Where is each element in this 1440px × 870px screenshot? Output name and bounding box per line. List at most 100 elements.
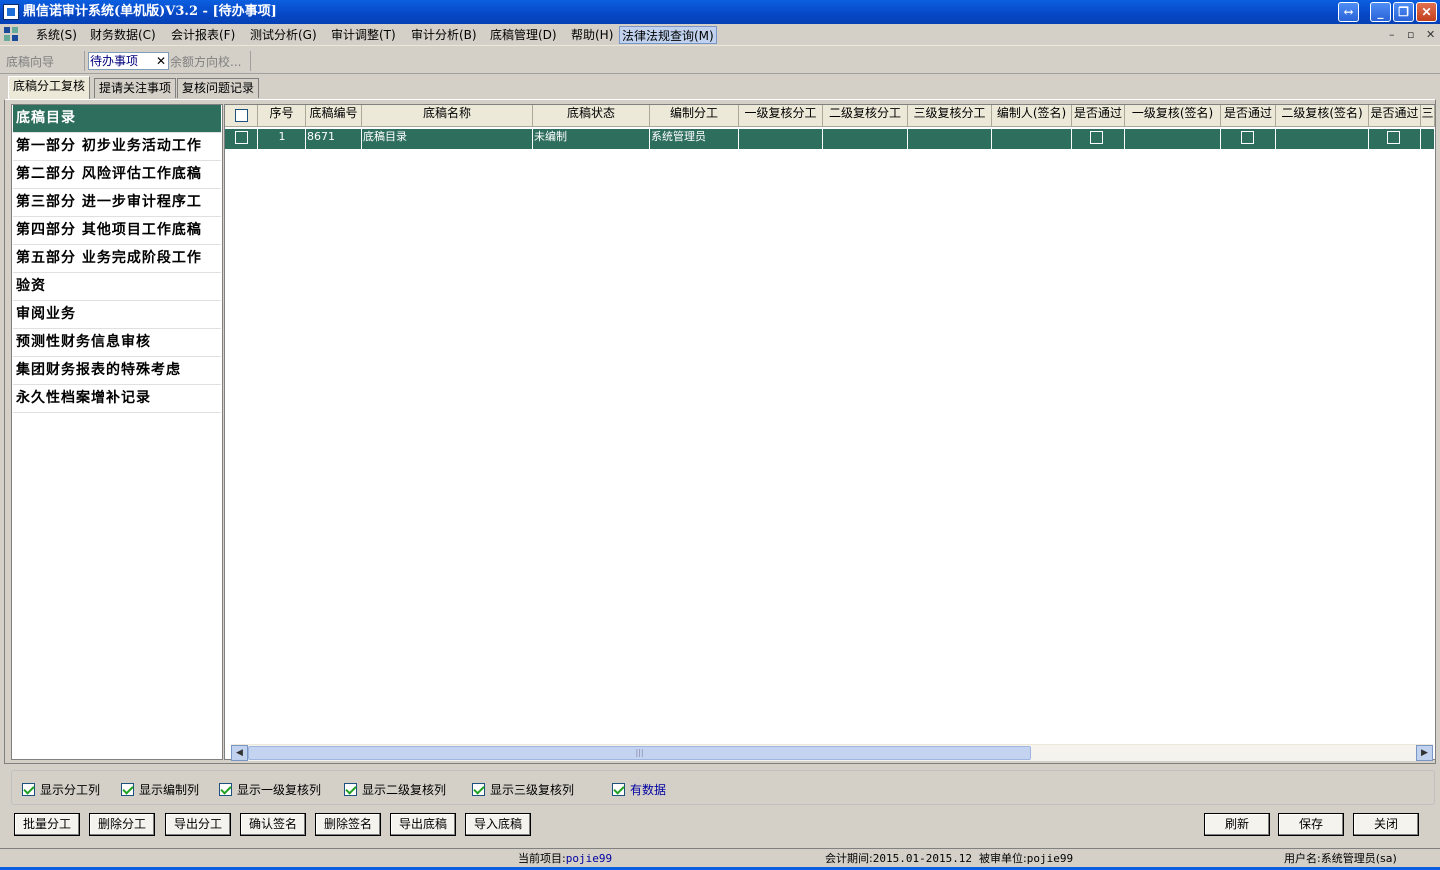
mdi-restore-icon[interactable]: ▫ — [1407, 28, 1414, 41]
menu-help[interactable]: 帮助(H) — [569, 26, 615, 44]
pass-checkbox[interactable] — [1090, 131, 1103, 144]
col-header[interactable]: 序号 — [258, 105, 306, 127]
table-row[interactable]: 1 8671 底稿目录 未编制 系统管理员 — [225, 129, 1435, 149]
workpaper-tree: 底稿目录 第一部分 初步业务活动工作 第二部分 风险评估工作底稿 第三部分 进一… — [11, 104, 223, 760]
menu-financial-data[interactable]: 财务数据(C) — [88, 26, 158, 44]
menu-system[interactable]: 系统(S) — [34, 26, 79, 44]
tree-item[interactable]: 验资 — [13, 273, 221, 301]
col-header[interactable]: 是否通过 — [1369, 105, 1421, 127]
checkbox[interactable] — [121, 783, 134, 796]
nav-tab-todo[interactable]: 待办事项 ✕ — [88, 52, 169, 70]
cell-preparer[interactable]: 系统管理员 — [650, 129, 739, 149]
scroll-left-icon[interactable]: ◀ — [231, 745, 248, 761]
col-header[interactable]: 底稿名称 — [362, 105, 533, 127]
refresh-button[interactable]: 刷新 — [1204, 813, 1270, 836]
menu-audit-adjust[interactable]: 审计调整(T) — [329, 26, 398, 44]
checkbox[interactable] — [219, 783, 232, 796]
nav-guide[interactable]: 底稿向导 — [6, 53, 54, 70]
export-assign-button[interactable]: 导出分工 — [165, 813, 231, 836]
scroll-thumb[interactable]: ||| — [248, 746, 1031, 760]
cell-review1[interactable] — [739, 129, 823, 149]
pass-checkbox[interactable] — [1387, 131, 1400, 144]
close-icon[interactable]: ✕ — [156, 53, 166, 69]
mdi-minimize-icon[interactable]: – — [1389, 28, 1395, 41]
pass-checkbox[interactable] — [1241, 131, 1254, 144]
horizontal-scrollbar[interactable]: ◀ ||| ▶ — [231, 744, 1433, 761]
tab-review-issues[interactable]: 复核问题记录 — [177, 78, 260, 98]
row-select-cell[interactable] — [225, 129, 258, 149]
maximize-button[interactable]: ❐ — [1393, 2, 1414, 22]
tab-attention-items[interactable]: 提请关注事项 — [94, 78, 177, 98]
cell-review2-sign — [1276, 129, 1369, 149]
opt-show-review3[interactable]: 显示三级复核列 — [472, 781, 574, 798]
opt-show-prepare[interactable]: 显示编制列 — [121, 781, 199, 798]
cell-pass[interactable] — [1072, 129, 1125, 149]
close-button[interactable]: ✕ — [1416, 2, 1437, 22]
col-header[interactable]: 编制人(签名) — [992, 105, 1072, 127]
import-workpaper-button[interactable]: 导入底稿 — [465, 813, 531, 836]
batch-assign-button[interactable]: 批量分工 — [14, 813, 80, 836]
mdi-close-icon[interactable]: ✕ — [1426, 28, 1435, 41]
status-period: 会计期间:2015.01-2015.12 — [825, 852, 973, 865]
menu-audit-analysis[interactable]: 审计分析(B) — [409, 26, 479, 44]
tab-workpaper-review[interactable]: 底稿分工复核 — [8, 76, 91, 100]
menu-test-analysis[interactable]: 测试分析(G) — [248, 26, 319, 44]
confirm-sign-button[interactable]: 确认签名 — [240, 813, 306, 836]
tree-item[interactable]: 第三部分 进一步审计程序工 — [13, 189, 221, 217]
tree-item[interactable]: 永久性档案增补记录 — [13, 385, 221, 413]
scroll-right-icon[interactable]: ▶ — [1416, 745, 1433, 761]
col-header[interactable]: 二级复核(签名) — [1276, 105, 1369, 127]
delete-sign-button[interactable]: 删除签名 — [315, 813, 381, 836]
cell-review3[interactable] — [908, 129, 992, 149]
close-window-button[interactable]: 关闭 — [1353, 813, 1419, 836]
menu-workpaper[interactable]: 底稿管理(D) — [488, 26, 559, 44]
cell-review2[interactable] — [823, 129, 908, 149]
col-header[interactable]: 一级复核分工 — [739, 105, 823, 127]
tree-item[interactable]: 第四部分 其他项目工作底稿 — [13, 217, 221, 245]
tree-item[interactable]: 第二部分 风险评估工作底稿 — [13, 161, 221, 189]
cell-pass[interactable] — [1369, 129, 1421, 149]
col-header[interactable]: 三 — [1421, 105, 1435, 127]
menu-reports[interactable]: 会计报表(F) — [169, 26, 237, 44]
col-header[interactable]: 是否通过 — [1221, 105, 1276, 127]
row-checkbox[interactable] — [235, 131, 248, 144]
opt-has-data[interactable]: 有数据 — [612, 781, 666, 798]
opt-show-review1[interactable]: 显示一级复核列 — [219, 781, 321, 798]
checkbox[interactable] — [344, 783, 357, 796]
navigation-row: 底稿向导 待办事项 ✕ 余额方向校... — [0, 48, 1440, 74]
tree-item[interactable]: 第五部分 业务完成阶段工作 — [13, 245, 221, 273]
col-header[interactable]: 三级复核分工 — [908, 105, 992, 127]
save-button[interactable]: 保存 — [1278, 813, 1344, 836]
tree-item[interactable]: 集团财务报表的特殊考虑 — [13, 357, 221, 385]
col-header[interactable]: 编制分工 — [650, 105, 739, 127]
checkbox[interactable] — [472, 783, 485, 796]
column-options: 显示分工列 显示编制列 显示一级复核列 显示二级复核列 显示三级复核列 有数据 — [11, 770, 1435, 805]
checkbox[interactable] — [22, 783, 35, 796]
opt-show-assign[interactable]: 显示分工列 — [22, 781, 100, 798]
col-header[interactable]: 底稿状态 — [533, 105, 650, 127]
opt-show-review2[interactable]: 显示二级复核列 — [344, 781, 446, 798]
select-all-header[interactable] — [225, 105, 258, 127]
tree-item[interactable]: 审阅业务 — [13, 301, 221, 329]
cell-pass[interactable] — [1221, 129, 1276, 149]
restore-size-icon[interactable]: ↔ — [1338, 2, 1359, 22]
delete-assign-button[interactable]: 删除分工 — [89, 813, 155, 836]
status-unit: 被审单位:pojie99 — [979, 852, 1074, 865]
export-workpaper-button[interactable]: 导出底稿 — [390, 813, 456, 836]
menu-bar: 系统(S) 财务数据(C) 会计报表(F) 测试分析(G) 审计调整(T) 审计… — [0, 24, 1440, 46]
menu-law-query[interactable]: 法律法规查询(M) — [619, 26, 717, 44]
nav-balance-check[interactable]: 余额方向校... — [170, 53, 241, 70]
minimize-button[interactable]: _ — [1370, 2, 1391, 22]
col-header[interactable]: 二级复核分工 — [823, 105, 908, 127]
tree-item[interactable]: 第一部分 初步业务活动工作 — [13, 133, 221, 161]
select-all-checkbox[interactable] — [234, 109, 248, 122]
tree-item[interactable]: 底稿目录 — [13, 105, 221, 133]
col-header[interactable]: 底稿编号 — [306, 105, 362, 127]
nav-divider — [250, 51, 251, 71]
checkbox[interactable] — [612, 783, 625, 796]
tree-item[interactable]: 预测性财务信息审核 — [13, 329, 221, 357]
cell-code: 8671 — [306, 129, 362, 149]
col-header[interactable]: 一级复核(签名) — [1125, 105, 1221, 127]
col-header[interactable]: 是否通过 — [1072, 105, 1125, 127]
cell-review1-sign — [1125, 129, 1221, 149]
